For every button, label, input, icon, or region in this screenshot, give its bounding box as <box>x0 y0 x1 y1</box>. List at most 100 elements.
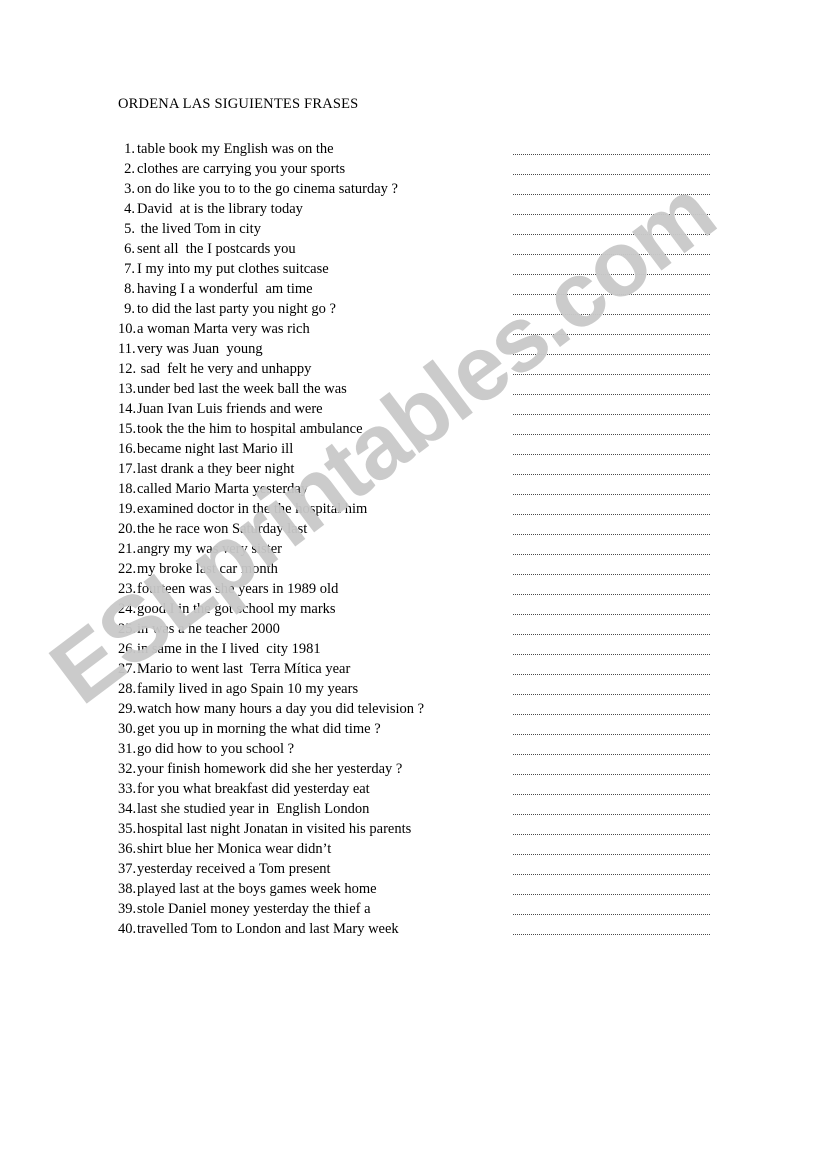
answer-line[interactable] <box>513 299 710 319</box>
answer-line[interactable] <box>513 779 710 799</box>
sentence-text: the lived Tom in city <box>137 221 261 237</box>
sentence-row: 14. Juan Ivan Luis friends and were <box>118 399 718 419</box>
sentence-row: 23. fourteen was she years in 1989 old <box>118 579 718 599</box>
sentence-number: 32. <box>118 761 137 777</box>
answer-line[interactable] <box>513 179 710 199</box>
answer-line[interactable] <box>513 339 710 359</box>
answer-line[interactable] <box>513 639 710 659</box>
answer-line[interactable] <box>513 739 710 759</box>
sentence-number: 10. <box>118 321 137 337</box>
answer-line[interactable] <box>513 539 710 559</box>
sentence-number: 27. <box>118 661 137 677</box>
answer-line[interactable] <box>513 599 710 619</box>
sentence-number: 39. <box>118 901 137 917</box>
answer-line[interactable] <box>513 799 710 819</box>
sentence-text: angry my was very sister <box>137 541 282 557</box>
sentence-number: 33. <box>118 781 137 797</box>
answer-line[interactable] <box>513 359 710 379</box>
answer-line[interactable] <box>513 159 710 179</box>
sentence-row: 34. last she studied year in English Lond… <box>118 799 718 819</box>
sentence-row: 13. under bed last the week ball the was <box>118 379 718 399</box>
sentence-row: 22. my broke last car month <box>118 559 718 579</box>
sentence-row: 38. played last at the boys games week ho… <box>118 879 718 899</box>
answer-line[interactable] <box>513 259 710 279</box>
answer-line[interactable] <box>513 759 710 779</box>
answer-line[interactable] <box>513 439 710 459</box>
sentence-text: in was a he teacher 2000 <box>137 621 280 637</box>
sentence-number: 38. <box>118 881 137 897</box>
sentence-row: 28. family lived in ago Spain 10 my years <box>118 679 718 699</box>
sentence-row: 25. in was a he teacher 2000 <box>118 619 718 639</box>
answer-line[interactable] <box>513 839 710 859</box>
sentence-row: 27. Mario to went last Terra Mítica year <box>118 659 718 679</box>
answer-line[interactable] <box>513 219 710 239</box>
sentence-text: examined doctor in the the hospital him <box>137 501 368 517</box>
answer-line[interactable] <box>513 519 710 539</box>
sentence-row: 17. last drank a they beer night <box>118 459 718 479</box>
sentence-number: 1. <box>124 141 135 157</box>
sentence-text: Mario to went last Terra Mítica year <box>137 661 351 677</box>
sentence-row: 35. hospital last night Jonatan in visite… <box>118 819 718 839</box>
sentence-row: 39. stole Daniel money yesterday the thie… <box>118 899 718 919</box>
answer-line[interactable] <box>513 859 710 879</box>
sentence-number: 26. <box>118 641 137 657</box>
answer-line[interactable] <box>513 659 710 679</box>
sentence-text: table book my English was on the <box>137 141 334 157</box>
sentence-number: 13. <box>118 381 137 397</box>
answer-line[interactable] <box>513 679 710 699</box>
answer-line[interactable] <box>513 419 710 439</box>
answer-line[interactable] <box>513 919 710 939</box>
answer-line[interactable] <box>513 619 710 639</box>
sentence-text: played last at the boys games week home <box>137 881 377 897</box>
sentence-list: 1. table book my English was on the 2. clot… <box>118 139 718 939</box>
answer-line[interactable] <box>513 819 710 839</box>
sentence-text: stole Daniel money yesterday the thief a <box>137 901 371 917</box>
answer-line[interactable] <box>513 379 710 399</box>
sentence-text: sent all the I postcards you <box>137 241 296 257</box>
sentence-text: in same in the I lived city 1981 <box>137 641 321 657</box>
sentence-row: 26. in same in the I lived city 1981 <box>118 639 718 659</box>
sentence-row: 29. watch how many hours a day you did te… <box>118 699 718 719</box>
sentence-number: 36. <box>118 841 137 857</box>
sentence-text: for you what breakfast did yesterday eat <box>137 781 370 797</box>
sentence-text: good I in the got school my marks <box>137 601 336 617</box>
answer-line[interactable] <box>513 399 710 419</box>
sentence-number: 35. <box>118 821 137 837</box>
sentence-row: 11. very was Juan young <box>118 339 718 359</box>
sentence-text: clothes are carrying you your sports <box>137 161 346 177</box>
sentence-number: 17. <box>118 461 137 477</box>
sentence-number: 7. <box>124 261 135 277</box>
sentence-number: 21. <box>118 541 137 557</box>
answer-line[interactable] <box>513 899 710 919</box>
sentence-text: took the the him to hospital ambulance <box>137 421 363 437</box>
sentence-number: 2. <box>124 161 135 177</box>
sentence-text: I my into my put clothes suitcase <box>137 261 329 277</box>
answer-line[interactable] <box>513 499 710 519</box>
sentence-text: last drank a they beer night <box>137 461 295 477</box>
sentence-text: the he race won Saturday last <box>137 521 308 537</box>
sentence-number: 40. <box>118 921 137 937</box>
sentence-number: 6. <box>124 241 135 257</box>
sentence-row: 19. examined doctor in the the hospital h… <box>118 499 718 519</box>
answer-line[interactable] <box>513 459 710 479</box>
answer-line[interactable] <box>513 879 710 899</box>
sentence-number: 3. <box>124 181 135 197</box>
answer-line[interactable] <box>513 279 710 299</box>
sentence-number: 34. <box>118 801 137 817</box>
sentence-row: 9. to did the last party you night go ? <box>118 299 718 319</box>
page-title: ORDENA LAS SIGUIENTES FRASES <box>118 96 359 112</box>
sentence-text: to did the last party you night go ? <box>137 301 336 317</box>
answer-line[interactable] <box>513 579 710 599</box>
answer-line[interactable] <box>513 559 710 579</box>
sentence-number: 18. <box>118 481 137 497</box>
answer-line[interactable] <box>513 699 710 719</box>
answer-line[interactable] <box>513 319 710 339</box>
answer-line[interactable] <box>513 239 710 259</box>
sentence-text: sad felt he very and unhappy <box>137 361 312 377</box>
sentence-text: your finish homework did she her yesterd… <box>137 761 403 777</box>
sentence-row: 5. the lived Tom in city <box>118 219 718 239</box>
answer-line[interactable] <box>513 719 710 739</box>
answer-line[interactable] <box>513 199 710 219</box>
answer-line[interactable] <box>513 139 710 159</box>
answer-line[interactable] <box>513 479 710 499</box>
